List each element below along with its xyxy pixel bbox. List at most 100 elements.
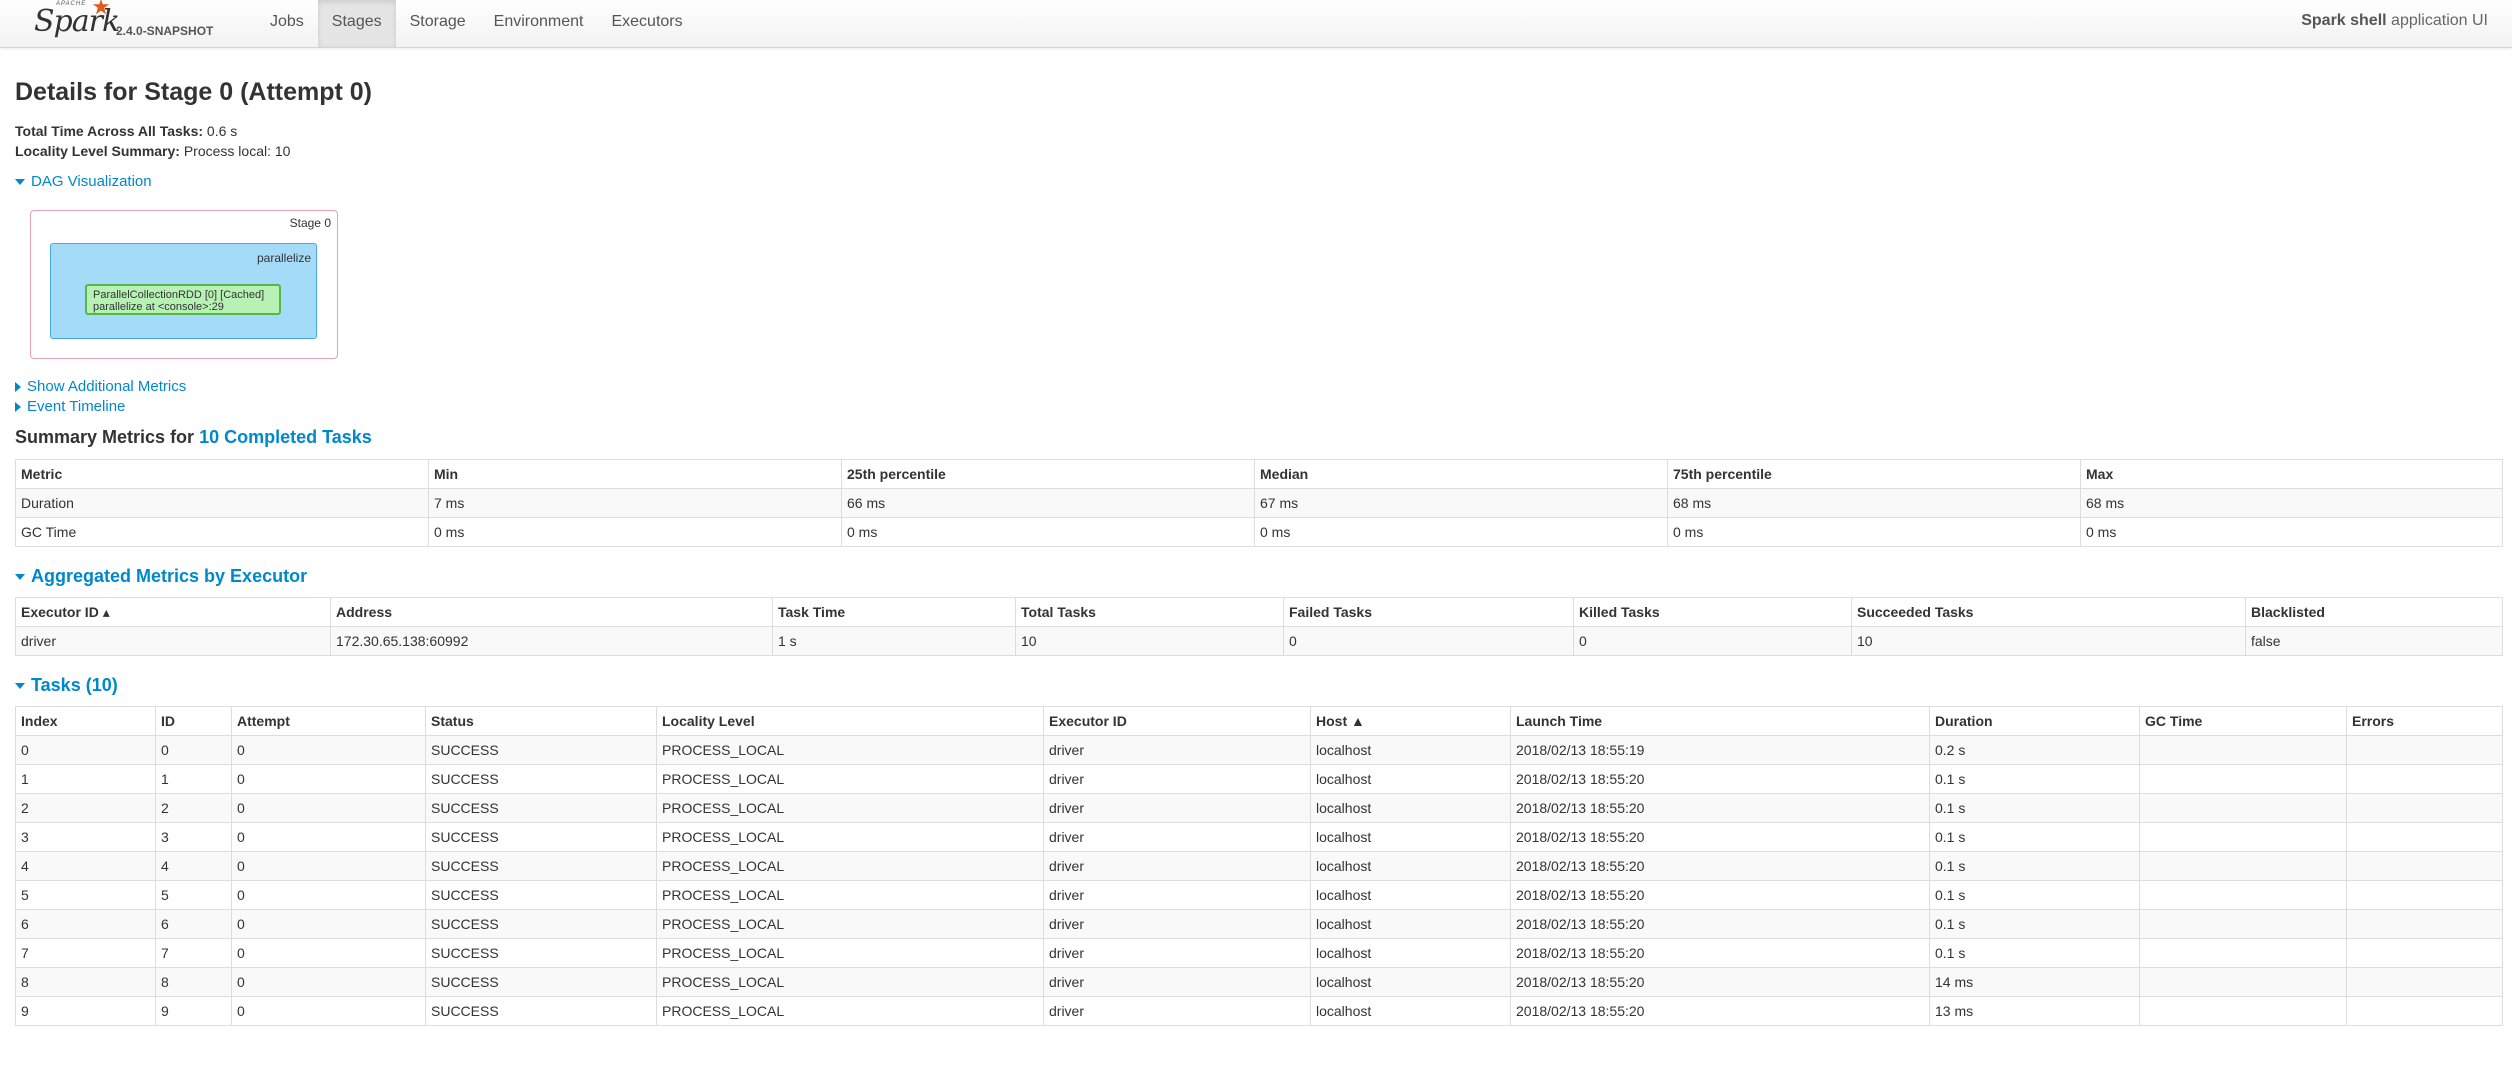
table-row: GC Time 0 ms 0 ms 0 ms 0 ms 0 ms	[15, 517, 2503, 547]
table-cell	[2139, 764, 2347, 794]
column-header[interactable]: Errors	[2346, 706, 2503, 736]
table-cell: 14 ms	[1929, 967, 2140, 997]
show-metrics-label: Show Additional Metrics	[27, 378, 187, 395]
column-header[interactable]: Executor ID	[1043, 706, 1311, 736]
table-cell: driver	[1043, 996, 1311, 1026]
table-cell: driver	[15, 626, 331, 656]
column-header[interactable]: Min	[428, 459, 842, 489]
column-header[interactable]: Locality Level	[656, 706, 1044, 736]
column-header[interactable]: Index	[15, 706, 156, 736]
event-timeline-toggle[interactable]: Event Timeline	[15, 398, 125, 415]
table-cell: 2	[15, 793, 156, 823]
column-header[interactable]: GC Time	[2139, 706, 2347, 736]
table-cell	[2346, 909, 2503, 939]
column-header[interactable]: Attempt	[231, 706, 426, 736]
app-name: Spark shell	[2301, 12, 2387, 29]
table-cell: 68 ms	[2080, 488, 2503, 518]
column-header[interactable]: Blacklisted	[2245, 597, 2503, 627]
table-cell: 0 ms	[428, 517, 842, 547]
column-header[interactable]: 75th percentile	[1667, 459, 2081, 489]
table-cell: PROCESS_LOCAL	[656, 793, 1044, 823]
chevron-right-icon	[15, 402, 21, 413]
tab-executors[interactable]: Executors	[597, 0, 696, 47]
column-header[interactable]: Succeeded Tasks	[1851, 597, 2246, 627]
dag-toggle-label: DAG Visualization	[31, 173, 152, 190]
tasks-title: Tasks (10)	[31, 675, 118, 695]
table-cell: localhost	[1310, 822, 1511, 852]
column-header[interactable]: Killed Tasks	[1573, 597, 1852, 627]
tab-environment[interactable]: Environment	[480, 0, 598, 47]
table-cell: 172.30.65.138:60992	[330, 626, 773, 656]
table-cell: driver	[1043, 967, 1311, 997]
locality-value: Process local: 10	[183, 143, 291, 159]
table-cell	[2139, 938, 2347, 968]
dag-visualization-toggle[interactable]: DAG Visualization	[15, 173, 152, 190]
table-cell: localhost	[1310, 851, 1511, 881]
table-cell: 0	[231, 996, 426, 1026]
aggregated-metrics-toggle[interactable]: Aggregated Metrics by Executor	[15, 566, 307, 587]
table-cell: localhost	[1310, 793, 1511, 823]
top-navbar: APACHE Spark 2.4.0-SNAPSHOT Jobs Stages …	[0, 0, 2512, 48]
table-cell: 0	[231, 793, 426, 823]
table-cell: localhost	[1310, 735, 1511, 765]
column-header[interactable]: Max	[2080, 459, 2503, 489]
table-cell: 2018/02/13 18:55:20	[1510, 996, 1930, 1026]
dag-stage-box: Stage 0 parallelize ParallelCollectionRD…	[30, 210, 338, 359]
column-header[interactable]: Failed Tasks	[1283, 597, 1574, 627]
tab-stages[interactable]: Stages	[317, 0, 396, 47]
table-cell: driver	[1043, 880, 1311, 910]
page-title: Details for Stage 0 (Attempt 0)	[15, 78, 373, 106]
tab-jobs[interactable]: Jobs	[256, 0, 318, 47]
table-cell: 0 ms	[1667, 517, 2081, 547]
table-cell: PROCESS_LOCAL	[656, 764, 1044, 794]
table-cell: PROCESS_LOCAL	[656, 880, 1044, 910]
show-additional-metrics[interactable]: Show Additional Metrics	[15, 378, 186, 395]
column-header[interactable]: Task Time	[772, 597, 1016, 627]
chevron-down-icon	[15, 683, 25, 690]
table-cell	[2139, 851, 2347, 881]
tasks-toggle[interactable]: Tasks (10)	[15, 675, 118, 696]
table-cell: 66 ms	[841, 488, 1255, 518]
column-header[interactable]: Total Tasks	[1015, 597, 1284, 627]
table-cell: PROCESS_LOCAL	[656, 967, 1044, 997]
table-cell: 7	[155, 938, 232, 968]
table-cell: 0	[155, 735, 232, 765]
table-cell	[2139, 880, 2347, 910]
table-cell: 13 ms	[1929, 996, 2140, 1026]
table-cell	[2139, 822, 2347, 852]
column-header[interactable]: Host ▲	[1310, 706, 1511, 736]
column-header[interactable]: 25th percentile	[841, 459, 1255, 489]
column-header[interactable]: ID	[155, 706, 232, 736]
table-cell	[2346, 764, 2503, 794]
table-cell: SUCCESS	[425, 793, 657, 823]
summary-metrics-title: Summary Metrics for 10 Completed Tasks	[15, 427, 372, 448]
spark-logo[interactable]: APACHE Spark 2.4.0-SNAPSHOT	[34, 0, 224, 47]
table-cell: PROCESS_LOCAL	[656, 938, 1044, 968]
table-cell: 0	[231, 938, 426, 968]
total-time-label: Total Time Across All Tasks:	[15, 123, 204, 139]
dag-rdd-node[interactable]: ParallelCollectionRDD [0] [Cached] paral…	[85, 284, 281, 315]
column-header[interactable]: Executor ID ▴	[15, 597, 331, 627]
column-header[interactable]: Metric	[15, 459, 429, 489]
table-cell: 0	[231, 851, 426, 881]
table-cell: 0	[1283, 626, 1574, 656]
column-header[interactable]: Median	[1254, 459, 1668, 489]
table-cell: PROCESS_LOCAL	[656, 822, 1044, 852]
table-cell: localhost	[1310, 880, 1511, 910]
table-cell: 0 ms	[1254, 517, 1668, 547]
column-header[interactable]: Launch Time	[1510, 706, 1930, 736]
table-cell	[2139, 793, 2347, 823]
table-cell: driver	[1043, 764, 1311, 794]
tab-storage[interactable]: Storage	[396, 0, 480, 47]
table-cell: 0	[231, 880, 426, 910]
table-cell	[2346, 880, 2503, 910]
table-cell: 0	[231, 967, 426, 997]
table-row: 4 4 0 SUCCESS PROCESS_LOCAL driver localhost 20…	[15, 851, 2503, 881]
nav-tabs: Jobs Stages Storage Environment Executor…	[256, 0, 697, 47]
column-header[interactable]: Duration	[1929, 706, 2140, 736]
table-cell: 0	[231, 822, 426, 852]
column-header[interactable]: Address	[330, 597, 773, 627]
column-header[interactable]: Status	[425, 706, 657, 736]
table-cell: 7 ms	[428, 488, 842, 518]
completed-tasks-link[interactable]: 10 Completed Tasks	[199, 427, 372, 447]
